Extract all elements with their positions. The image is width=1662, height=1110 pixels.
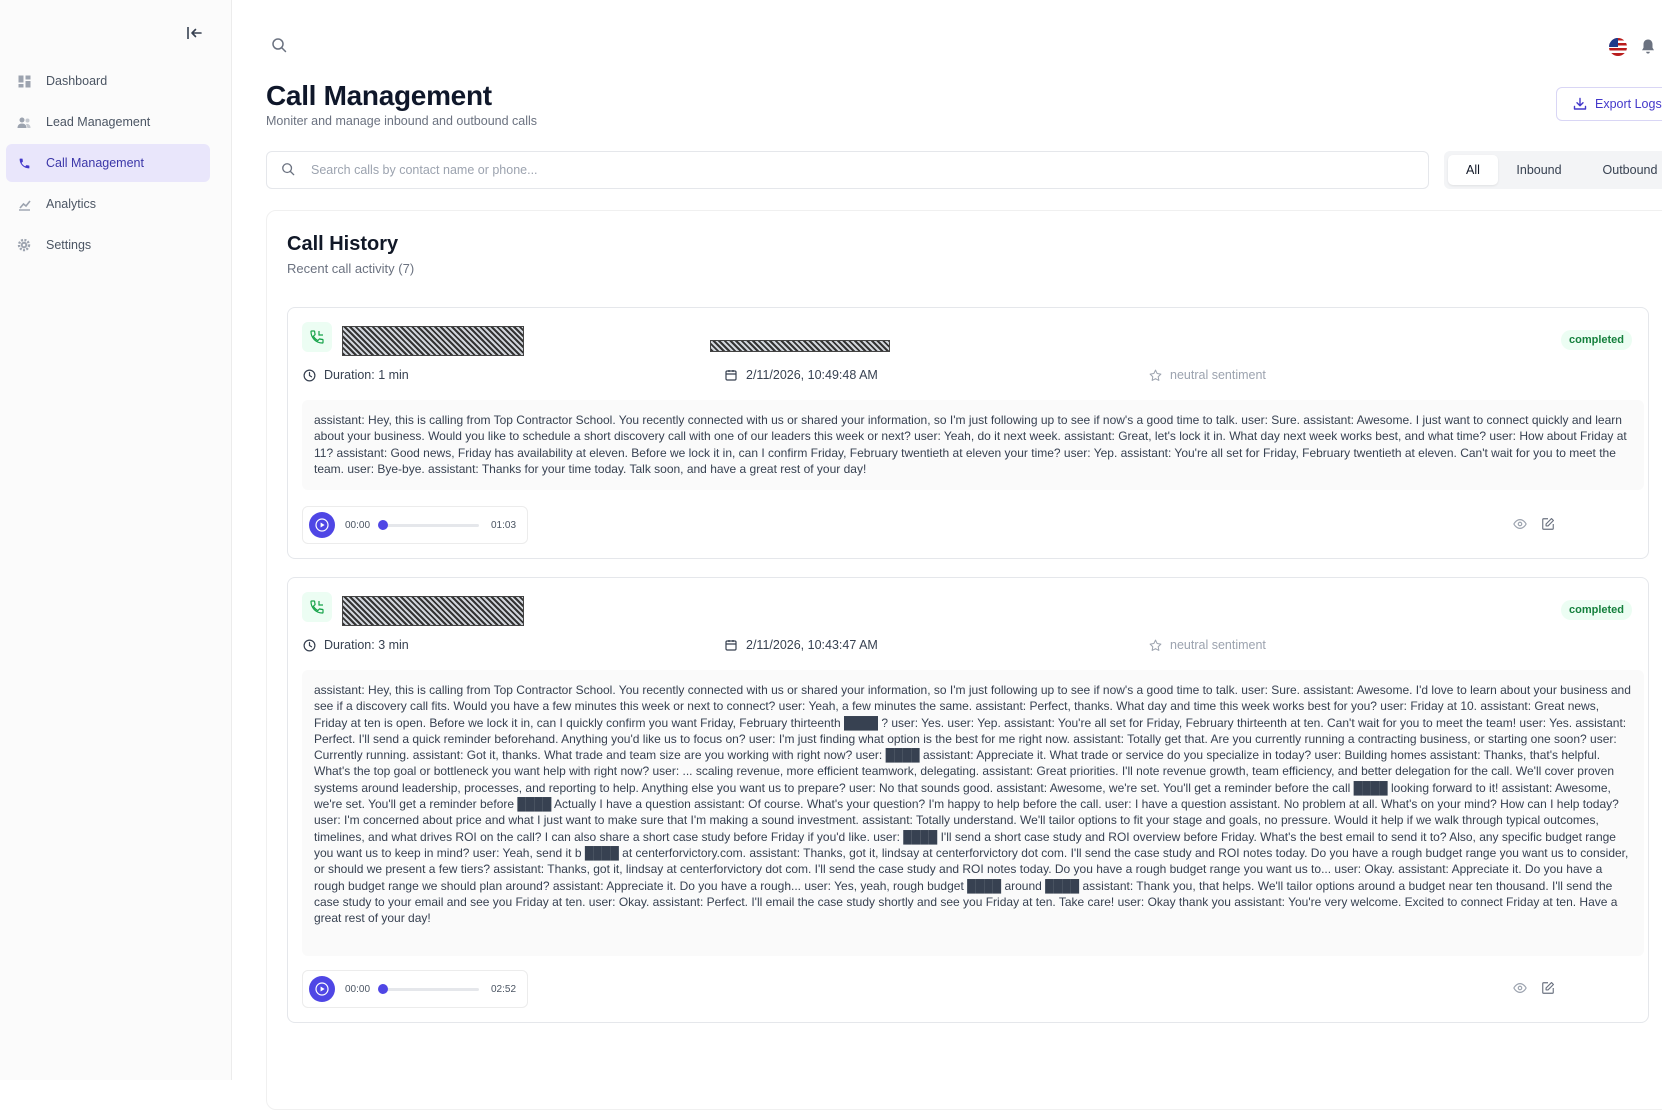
- datetime-text: 2/11/2026, 10:49:48 AM: [746, 368, 878, 382]
- sidebar-item-analytics[interactable]: Analytics: [6, 185, 210, 223]
- duration-text: Duration: 1 min: [324, 368, 409, 382]
- us-flag-icon[interactable]: [1609, 38, 1627, 56]
- edit-icon[interactable]: [1540, 516, 1556, 532]
- play-button[interactable]: [309, 976, 335, 1002]
- page-subtitle: Moniter and manage inbound and outbound …: [266, 114, 538, 128]
- redacted-contact-name: [342, 326, 524, 356]
- audio-player: 00:00 02:52: [302, 970, 528, 1008]
- call-transcript: assistant: Hey, this is calling from Top…: [302, 670, 1644, 956]
- redacted-contact-phone: [710, 340, 890, 352]
- call-duration: Duration: 1 min: [302, 368, 409, 382]
- sidebar-item-call-management[interactable]: Call Management: [6, 144, 210, 182]
- call-history-panel: Call History Recent call activity (7) co…: [266, 210, 1662, 1110]
- duration-text: Duration: 3 min: [324, 638, 409, 652]
- play-button[interactable]: [309, 512, 335, 538]
- search-icon[interactable]: [271, 37, 289, 55]
- redacted-contact-name: [342, 596, 524, 626]
- tab-all[interactable]: All: [1448, 155, 1498, 185]
- sidebar-item-dashboard[interactable]: Dashboard: [6, 62, 210, 100]
- call-transcript: assistant: Hey, this is calling from Top…: [302, 400, 1644, 490]
- chart-icon: [16, 196, 32, 212]
- play-icon: [315, 982, 329, 996]
- bell-icon[interactable]: [1640, 38, 1658, 56]
- dashboard-icon: [16, 73, 32, 89]
- download-icon: [1573, 97, 1587, 110]
- total-time: 01:03: [491, 519, 517, 531]
- call-direction-filter: All Inbound Outbound: [1444, 151, 1662, 189]
- tab-outbound[interactable]: Outbound: [1580, 155, 1662, 185]
- star-icon: [1148, 368, 1162, 382]
- sidebar-item-label: Settings: [46, 238, 92, 252]
- call-datetime: 2/11/2026, 10:49:48 AM: [724, 368, 878, 382]
- status-badge: completed: [1560, 600, 1632, 620]
- sidebar-item-label: Lead Management: [46, 115, 151, 129]
- page-title: Call Management: [266, 80, 492, 111]
- seek-handle[interactable]: [378, 983, 388, 994]
- calendar-icon: [724, 368, 738, 382]
- play-icon: [315, 518, 329, 532]
- calendar-icon: [724, 638, 738, 652]
- star-icon: [1148, 638, 1162, 652]
- clock-icon: [302, 638, 316, 652]
- call-duration: Duration: 3 min: [302, 638, 409, 652]
- call-datetime: 2/11/2026, 10:43:47 AM: [724, 638, 878, 652]
- export-logs-label: Export Logs: [1595, 97, 1662, 111]
- sidebar: Dashboard Lead Management Call Managemen…: [0, 0, 232, 1080]
- tab-inbound[interactable]: Inbound: [1498, 155, 1580, 185]
- call-search-box: [266, 151, 1429, 189]
- call-sentiment: neutral sentiment: [1148, 638, 1266, 652]
- call-card: completed Duration: 1 min 2/11/2026, 10:…: [287, 307, 1649, 559]
- call-history-title: Call History: [287, 233, 399, 255]
- gear-icon: [16, 237, 32, 253]
- sidebar-item-label: Call Management: [46, 156, 144, 170]
- clock-icon: [302, 368, 316, 382]
- call-history-subtitle: Recent call activity (7): [287, 261, 415, 276]
- search-icon: [281, 162, 297, 178]
- edit-icon[interactable]: [1540, 980, 1556, 996]
- datetime-text: 2/11/2026, 10:43:47 AM: [746, 638, 878, 652]
- audio-seek-slider[interactable]: [378, 983, 479, 994]
- phone-call-icon: [302, 592, 332, 622]
- sidebar-item-label: Analytics: [46, 197, 97, 211]
- view-icon[interactable]: [1512, 980, 1528, 996]
- users-icon: [16, 114, 32, 130]
- audio-player: 00:00 01:03: [302, 506, 528, 544]
- view-icon[interactable]: [1512, 516, 1528, 532]
- sidebar-nav: Dashboard Lead Management Call Managemen…: [6, 62, 210, 267]
- main-content: Call Management Moniter and manage inbou…: [232, 0, 1662, 1110]
- sidebar-item-settings[interactable]: Settings: [6, 226, 210, 264]
- sidebar-item-lead-management[interactable]: Lead Management: [6, 103, 210, 141]
- status-badge: completed: [1560, 330, 1632, 350]
- seek-handle[interactable]: [378, 519, 388, 530]
- current-time: 00:00: [345, 983, 371, 995]
- phone-icon: [16, 155, 32, 171]
- phone-call-icon: [302, 322, 332, 352]
- sentiment-text: neutral sentiment: [1170, 368, 1266, 382]
- export-logs-button[interactable]: Export Logs: [1556, 87, 1662, 121]
- call-sentiment: neutral sentiment: [1148, 368, 1266, 382]
- call-search-input[interactable]: [311, 163, 1311, 177]
- current-time: 00:00: [345, 519, 371, 531]
- collapse-sidebar-icon[interactable]: [184, 22, 206, 44]
- call-card: completed Duration: 3 min 2/11/2026, 10:…: [287, 577, 1649, 1023]
- sidebar-item-label: Dashboard: [46, 74, 108, 88]
- total-time: 02:52: [491, 983, 517, 995]
- sentiment-text: neutral sentiment: [1170, 638, 1266, 652]
- audio-seek-slider[interactable]: [378, 519, 479, 530]
